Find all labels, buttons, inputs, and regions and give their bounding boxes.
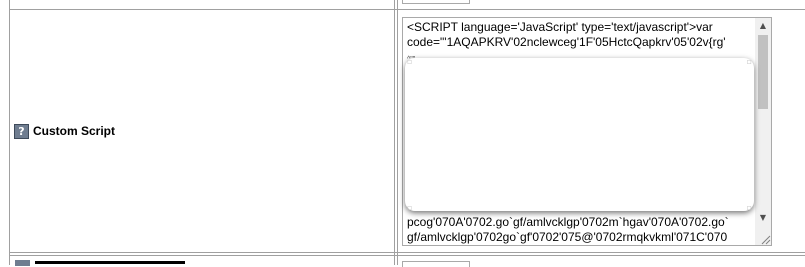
popup-corner-icon: ▫ [407, 57, 413, 66]
script-line-1: <SCRIPT language='JavaScript' type='text… [407, 20, 713, 34]
popup-corner-icon: ▫ [746, 203, 752, 212]
script-bottom-line-1: pcog'070A'0702.go`gf/amlvcklgp'0702m`hga… [407, 215, 729, 229]
row-divider-bottom-right [396, 252, 805, 253]
col-divider-mid-a [394, 0, 395, 265]
next-row-help-icon[interactable] [15, 260, 30, 266]
row-divider-top [9, 9, 396, 10]
row-divider-next [9, 255, 805, 256]
custom-script-label-cell: ? Custom Script [14, 123, 115, 139]
script-bottom-line-2: gf/amlvcklgp'0702go`gf'0702'075@'0702rmq… [407, 230, 728, 244]
textarea-scrollbar[interactable]: ▲ ▼ [755, 18, 771, 245]
previous-field-input[interactable] [402, 0, 470, 4]
row-divider-top-right [396, 9, 805, 10]
scroll-thumb[interactable] [758, 35, 768, 109]
resize-grip-icon[interactable] [759, 233, 771, 245]
popup-corner-icon: ▫ [746, 57, 752, 66]
row-divider-bottom [9, 252, 396, 253]
next-field-input[interactable] [402, 261, 470, 267]
overlay-popup: ▫ ▫ ▫ ▫ [405, 57, 754, 212]
col-divider-left [9, 0, 10, 265]
col-divider-mid-b [397, 0, 398, 265]
script-text-bottom: pcog'070A'0702.go`gf/amlvcklgp'0702m`hga… [407, 215, 755, 245]
popup-corner-icon: ▫ [407, 203, 413, 212]
scroll-down-arrow-icon[interactable]: ▼ [755, 210, 771, 226]
help-question-icon[interactable]: ? [14, 123, 29, 139]
script-line-2: code="'1AQAPKRV'02nclewceg'1F'05HctcQapk… [407, 35, 726, 49]
scroll-up-arrow-icon[interactable]: ▲ [755, 18, 771, 34]
custom-script-label: Custom Script [33, 124, 116, 138]
